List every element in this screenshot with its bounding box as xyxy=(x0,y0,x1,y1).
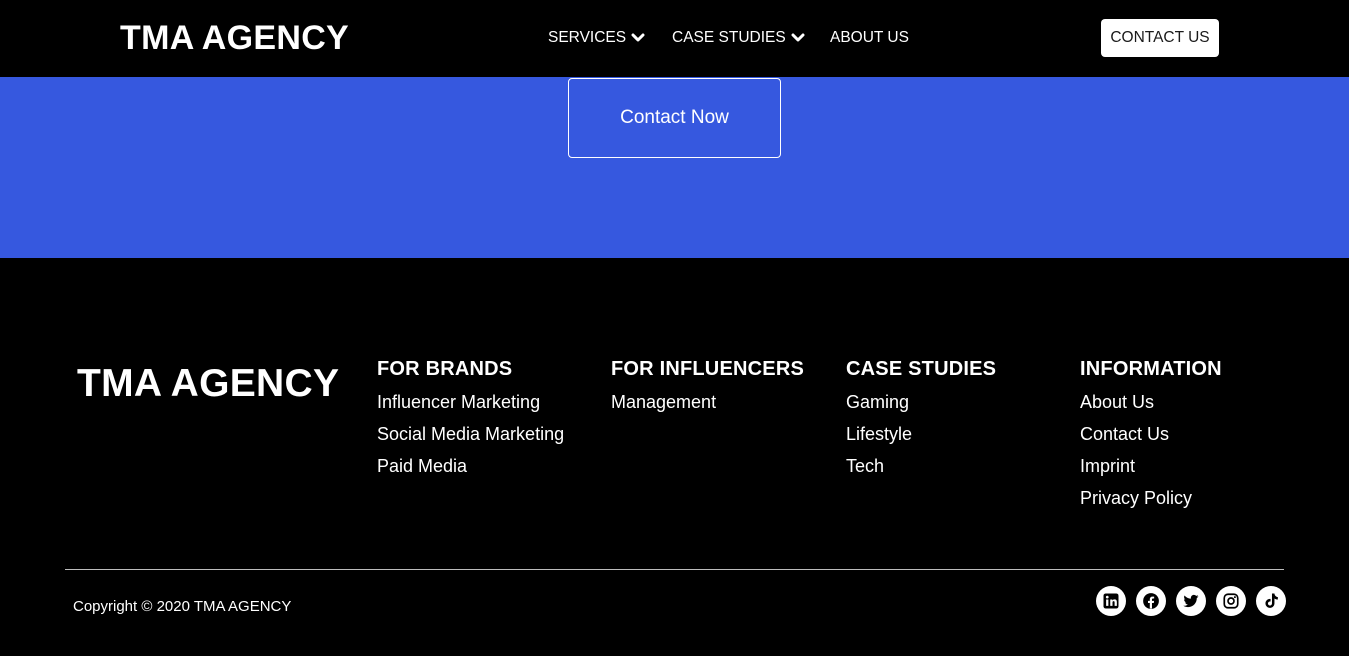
instagram-icon[interactable] xyxy=(1216,586,1246,616)
footer-divider xyxy=(65,569,1284,570)
footer-brand-logo[interactable]: TMA AGENCY xyxy=(77,362,339,406)
top-navigation: TMA AGENCY SERVICES CASE STUDIES ABOUT U… xyxy=(0,0,1349,77)
cta-banner: Contact Now xyxy=(0,77,1349,258)
nav-about-us[interactable]: ABOUT US xyxy=(830,29,909,47)
footer-link-privacy-policy[interactable]: Privacy Policy xyxy=(1080,482,1222,514)
footer-link-imprint[interactable]: Imprint xyxy=(1080,450,1222,482)
footer-link-paid-media[interactable]: Paid Media xyxy=(377,450,564,482)
contact-now-button[interactable]: Contact Now xyxy=(568,78,781,158)
footer-link-influencer-marketing[interactable]: Influencer Marketing xyxy=(377,386,564,418)
brand-logo[interactable]: TMA AGENCY xyxy=(120,19,349,58)
footer-link-contact-us[interactable]: Contact Us xyxy=(1080,418,1222,450)
footer: TMA AGENCY FOR BRANDS Influencer Marketi… xyxy=(0,258,1349,656)
chevron-down-icon xyxy=(791,33,805,42)
footer-column-information: INFORMATION About Us Contact Us Imprint … xyxy=(1080,358,1222,514)
footer-column-for-influencers: FOR INFLUENCERS Management xyxy=(611,358,804,418)
social-links xyxy=(1096,586,1286,616)
nav-case-studies-label: CASE STUDIES xyxy=(672,29,786,46)
footer-column-for-brands: FOR BRANDS Influencer Marketing Social M… xyxy=(377,358,564,482)
nav-services-label: SERVICES xyxy=(548,29,627,46)
footer-link-lifestyle[interactable]: Lifestyle xyxy=(846,418,996,450)
twitter-icon[interactable] xyxy=(1176,586,1206,616)
copyright-text: Copyright © 2020 TMA AGENCY xyxy=(73,598,292,615)
footer-column-title: CASE STUDIES xyxy=(846,358,997,380)
footer-link-tech[interactable]: Tech xyxy=(846,450,996,482)
tiktok-icon[interactable] xyxy=(1256,586,1286,616)
footer-column-title: FOR INFLUENCERS xyxy=(611,358,804,380)
contact-us-button[interactable]: CONTACT US xyxy=(1101,19,1219,57)
footer-column-case-studies: CASE STUDIES Gaming Lifestyle Tech xyxy=(846,358,996,482)
linkedin-icon[interactable] xyxy=(1096,586,1126,616)
chevron-down-icon xyxy=(631,33,645,42)
footer-link-about-us[interactable]: About Us xyxy=(1080,386,1222,418)
footer-link-management[interactable]: Management xyxy=(611,386,804,418)
footer-column-title: FOR BRANDS xyxy=(377,358,513,380)
footer-column-title: INFORMATION xyxy=(1080,358,1222,380)
footer-link-gaming[interactable]: Gaming xyxy=(846,386,996,418)
nav-case-studies[interactable]: CASE STUDIES xyxy=(672,29,805,47)
nav-about-us-label: ABOUT US xyxy=(830,29,909,46)
footer-link-social-media-marketing[interactable]: Social Media Marketing xyxy=(377,418,564,450)
nav-services[interactable]: SERVICES xyxy=(548,29,645,47)
facebook-icon[interactable] xyxy=(1136,586,1166,616)
